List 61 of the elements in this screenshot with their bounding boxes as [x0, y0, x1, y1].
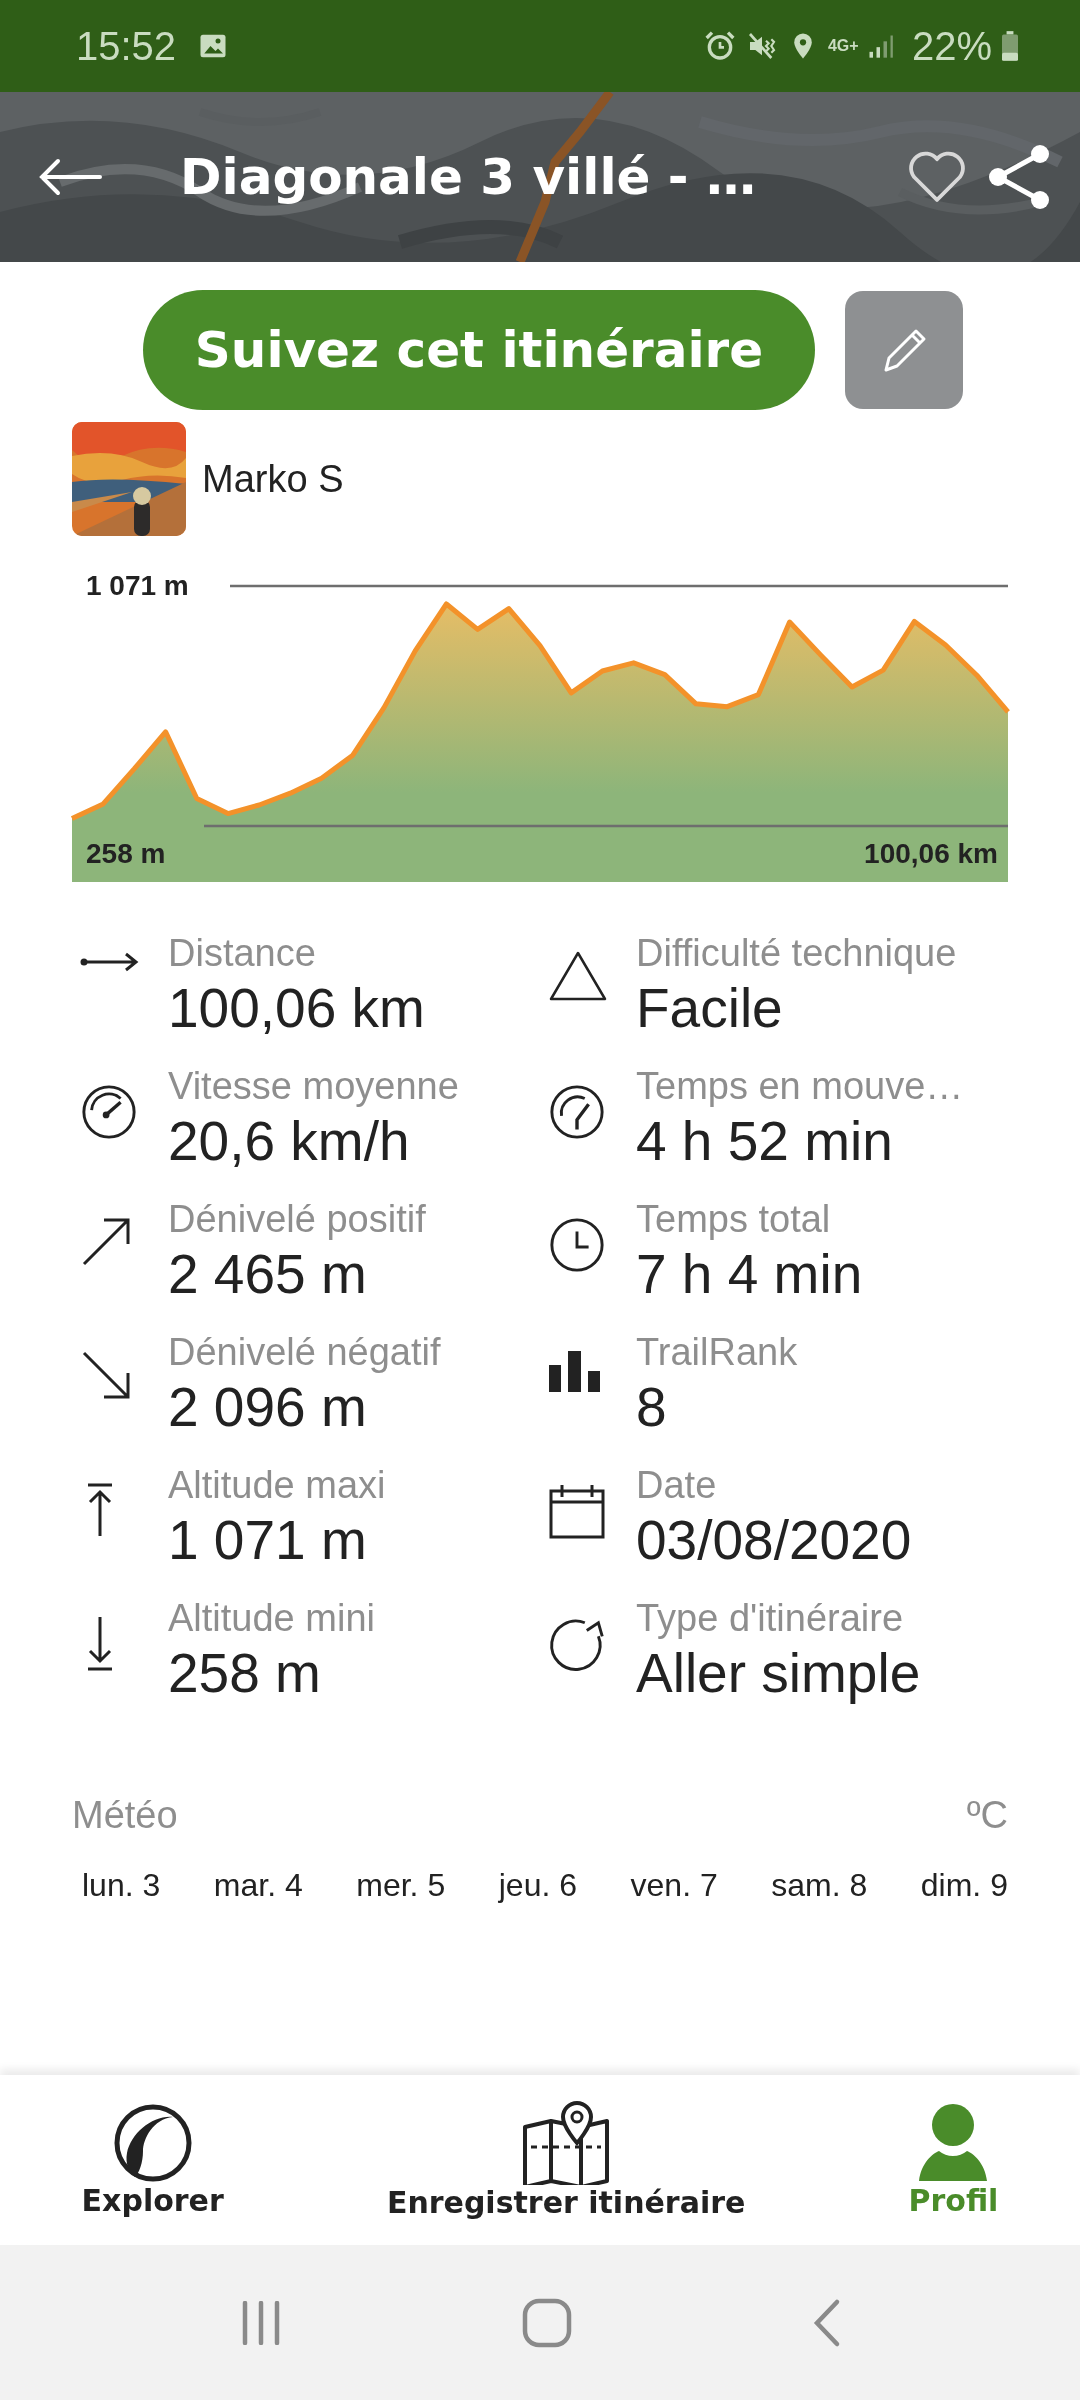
axis-label: 1 071 m: [86, 572, 189, 600]
axis-label: 100,06 km: [864, 838, 998, 870]
route-title: Diagonale 3 villé - …: [180, 148, 757, 206]
stat-value: 1 071 m: [168, 1508, 368, 1573]
weather-title: Météo: [72, 1794, 178, 1837]
stat-label: Distance: [168, 932, 317, 975]
stat-label: Dénivelé positif: [168, 1198, 426, 1241]
edit-button[interactable]: [845, 291, 963, 409]
stat-label: Vitesse moyenne: [168, 1065, 459, 1108]
stat-value: 2 465 m: [168, 1242, 368, 1307]
axis-label: 258 m: [86, 840, 166, 868]
day-label: sam. 8: [771, 1867, 868, 1904]
day-label: jeu. 6: [498, 1867, 577, 1904]
stat-value: 100,06 km: [168, 976, 425, 1041]
temperature-unit: ºC: [966, 1794, 1008, 1837]
home-icon[interactable]: [522, 2297, 572, 2348]
calendar-icon: [548, 1482, 606, 1540]
stat-value: 20,6 km/h: [168, 1109, 411, 1174]
day-label: dim. 9: [920, 1867, 1008, 1904]
stat-label: TrailRank: [636, 1331, 798, 1374]
stat-label: Difficulté technique: [636, 932, 957, 975]
author-name: Marko S: [202, 457, 344, 501]
battery-level: 22%: [911, 23, 992, 69]
arrow-icon: [80, 1349, 132, 1401]
nav-tab[interactable]: Profil: [908, 2102, 999, 2218]
stat-label: Date: [636, 1464, 718, 1507]
day-label: mar. 4: [213, 1867, 303, 1904]
stat-label: Dénivelé négatif: [168, 1331, 441, 1374]
follow-route-button[interactable]: Suivez cet itinéraire: [143, 290, 815, 410]
clock-icon: [548, 1216, 606, 1274]
triangle-icon: [548, 950, 608, 1002]
day-label: ven. 7: [630, 1867, 718, 1904]
stat-label: Altitude mini: [168, 1597, 375, 1640]
arrow-icon: [80, 1216, 132, 1268]
day-label: lun. 3: [82, 1867, 161, 1904]
stat-label: Altitude maxi: [168, 1464, 386, 1507]
person-icon: [917, 2102, 990, 2183]
stat-label: Temps en mouve…: [636, 1065, 964, 1108]
battery-icon: [1002, 31, 1018, 61]
network-type: 4G+: [827, 38, 856, 54]
clock-time: 15:52: [76, 23, 177, 69]
gauge-icon: [548, 1083, 606, 1141]
stat-value: 03/08/2020: [636, 1508, 912, 1573]
stat-value: 258 m: [168, 1641, 322, 1706]
bar-chart-icon: [548, 1349, 602, 1393]
gauge-icon: [80, 1083, 138, 1141]
nav-tab[interactable]: Enregistrer itinéraire: [386, 2100, 746, 2220]
day-label: mer. 5: [356, 1867, 446, 1904]
stat-value: 8: [636, 1375, 668, 1440]
stat-value: 2 096 m: [168, 1375, 368, 1440]
stat-label: Temps total: [636, 1198, 832, 1241]
nav-tab[interactable]: Explorer: [81, 2102, 224, 2218]
alarm-icon: [703, 30, 736, 62]
back-arrow-icon: [38, 157, 102, 197]
stat-label: Type d'itinéraire: [636, 1597, 905, 1640]
stat-value: 4 h 52 min: [636, 1109, 894, 1174]
arrow-icon: [80, 950, 140, 974]
stat-value: Facile: [636, 976, 784, 1041]
map-pin-icon: [521, 2100, 612, 2185]
stat-value: 7 h 4 min: [636, 1242, 863, 1307]
stat-value: Aller simple: [636, 1641, 921, 1706]
